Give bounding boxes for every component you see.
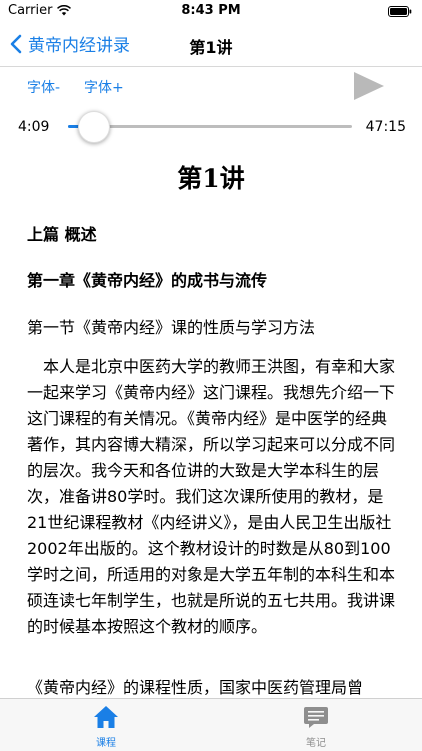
lesson-content: 第1讲 上篇 概述 第一章《黄帝内经》的成书与流传 第一节《黄帝内经》课的性质与… <box>0 150 422 698</box>
progress-track[interactable] <box>68 125 352 128</box>
battery-icon <box>388 6 412 17</box>
progress-thumb[interactable] <box>77 111 110 143</box>
paragraph-1: 本人是北京中医药大学的教师王洪图，有幸和大家一起来学习《黄帝内经》这门课程。我想… <box>27 357 396 636</box>
paragraph-2: 《黄帝内经》的课程性质，国家中医药管理局曾 <box>27 678 364 697</box>
tab-notes[interactable]: 笔记 <box>276 705 356 749</box>
status-bar: Carrier 8:43 PM <box>0 0 422 24</box>
tab-course-label: 课程 <box>96 738 116 749</box>
status-time: 8:43 PM <box>181 3 241 18</box>
total-time: 47:15 <box>365 119 406 135</box>
back-button[interactable]: 黄帝内经讲录 <box>10 31 130 56</box>
play-icon[interactable] <box>352 70 386 102</box>
tab-course[interactable]: 课程 <box>66 705 146 749</box>
section-heading: 第一节《黄帝内经》课的性质与学习方法 <box>27 318 316 337</box>
notes-icon <box>304 707 328 728</box>
font-decrease-button[interactable]: 字体- <box>27 77 60 97</box>
part-heading: 上篇 概述 <box>27 225 97 244</box>
back-label: 黄帝内经讲录 <box>28 36 130 56</box>
chapter-heading: 第一章《黄帝内经》的成书与流传 <box>27 271 268 290</box>
current-time: 4:09 <box>18 119 50 135</box>
tab-notes-label: 笔记 <box>306 738 326 749</box>
back-chevron-icon <box>10 34 22 53</box>
home-icon <box>94 706 118 728</box>
navigation-bar: 黄帝内经讲录 第1讲 <box>0 24 422 67</box>
lesson-title: 第1讲 <box>177 164 245 193</box>
font-increase-button[interactable]: 字体+ <box>84 77 124 97</box>
tab-bar: 课程 笔记 <box>0 698 422 751</box>
